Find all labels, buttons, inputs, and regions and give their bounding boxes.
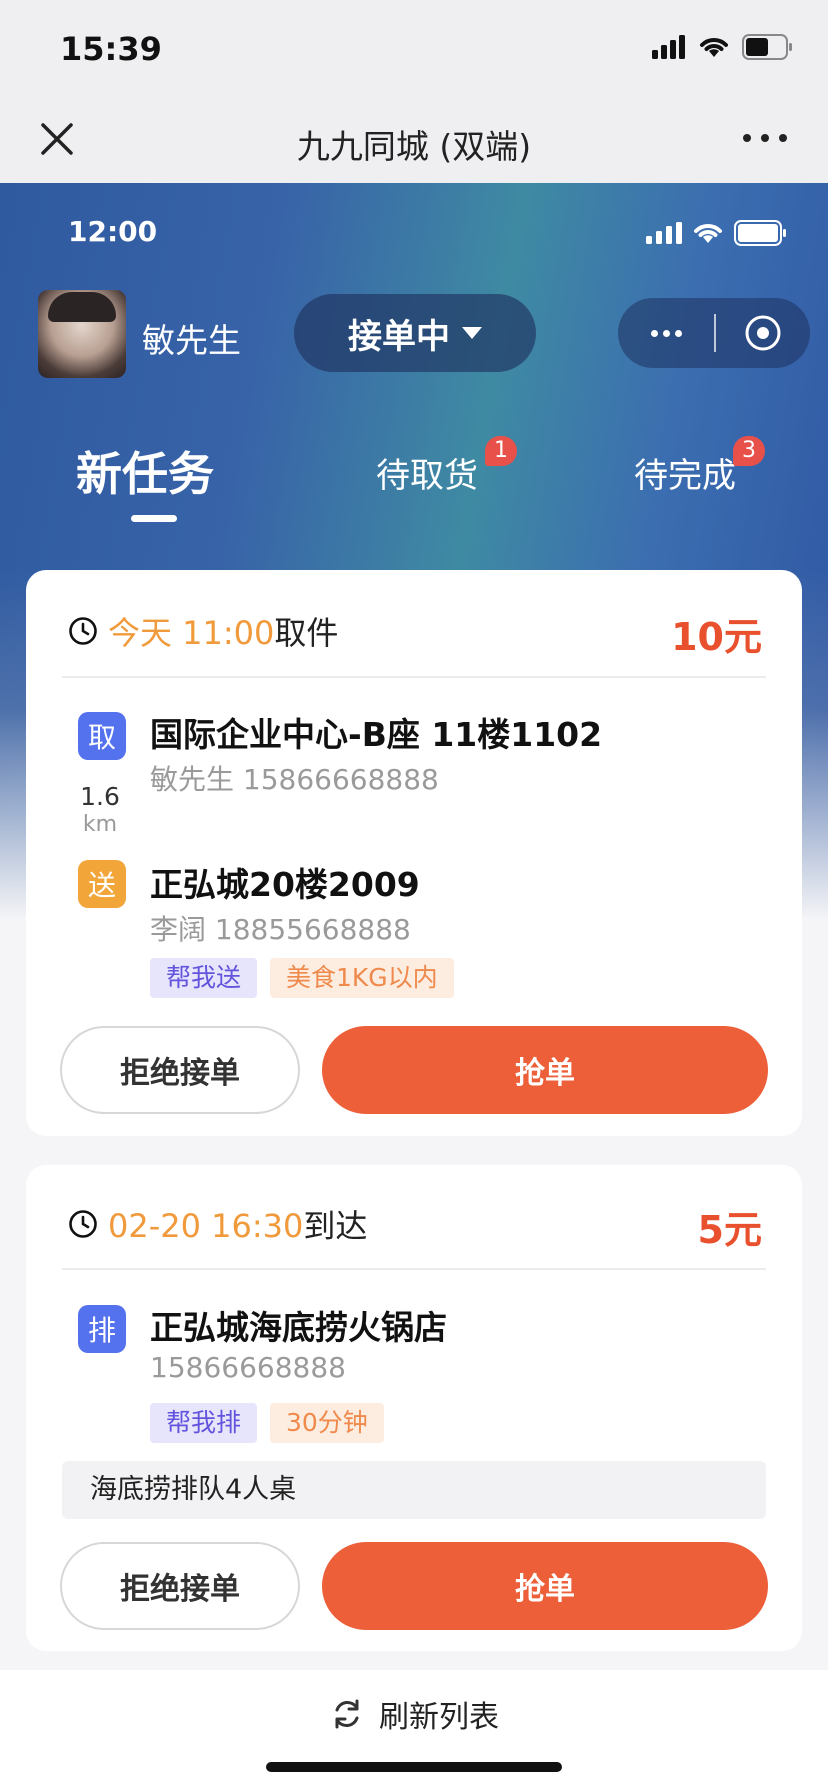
reject-order-button[interactable]: 拒绝接单 bbox=[60, 1542, 300, 1630]
grab-order-button[interactable]: 抢单 bbox=[322, 1542, 768, 1630]
refresh-list-label: 刷新列表 bbox=[379, 1700, 499, 1735]
order-time-row: 今天 11:00取件 bbox=[68, 608, 338, 654]
order-time: 02-20 16:30 bbox=[108, 1207, 304, 1245]
wifi-icon bbox=[694, 224, 722, 243]
pickup-address: 国际企业中心-B座 11楼1102 bbox=[150, 715, 603, 754]
card-divider bbox=[62, 1268, 766, 1270]
clock-icon bbox=[69, 617, 97, 645]
signal-icon bbox=[646, 222, 682, 244]
grab-order-button[interactable]: 抢单 bbox=[322, 1026, 768, 1114]
refresh-icon bbox=[335, 1699, 359, 1729]
service-tag: 帮我排 bbox=[150, 1403, 258, 1443]
more-icon[interactable] bbox=[740, 128, 790, 148]
home-indicator bbox=[266, 1762, 562, 1772]
order-time: 今天 11:00 bbox=[108, 614, 275, 652]
mini-program-title: 九九同城 (双端) bbox=[296, 127, 532, 166]
wifi-icon bbox=[700, 38, 728, 57]
order-card: 02-20 16:30到达 5元 排 正弘城海底捞火锅店 15866668888… bbox=[26, 1165, 802, 1651]
capsule-more-icon[interactable] bbox=[618, 298, 714, 368]
work-status-label: 接单中 bbox=[348, 316, 450, 357]
duration-tag: 30分钟 bbox=[270, 1403, 384, 1443]
distance-value: 1.6 bbox=[80, 782, 120, 811]
system-status-icons bbox=[652, 34, 794, 60]
dropoff-address: 正弘城20楼2009 bbox=[150, 865, 420, 904]
dropoff-icon: 送 bbox=[78, 860, 126, 908]
order-card: 今天 11:00取件 10元 取 国际企业中心-B座 11楼1102 敏先生 1… bbox=[26, 570, 802, 1136]
signal-icon bbox=[652, 35, 685, 59]
order-time-suffix: 取件 bbox=[274, 614, 339, 652]
queue-contact[interactable]: 15866668888 bbox=[150, 1351, 346, 1384]
pickup-icon: 取 bbox=[78, 712, 126, 760]
card-divider bbox=[62, 676, 766, 678]
capsule-close-icon[interactable] bbox=[716, 298, 810, 368]
battery-icon bbox=[734, 220, 786, 246]
avatar[interactable] bbox=[38, 290, 126, 378]
caret-down-icon bbox=[462, 327, 482, 339]
mini-program-capsule bbox=[618, 298, 810, 368]
refresh-list-button[interactable]: 刷新列表 bbox=[0, 1692, 828, 1736]
order-time-suffix: 到达 bbox=[303, 1207, 368, 1245]
queue-address: 正弘城海底捞火锅店 bbox=[150, 1308, 447, 1347]
clock-icon bbox=[69, 1210, 97, 1238]
dropoff-contact[interactable]: 李阔 18855668888 bbox=[150, 908, 411, 948]
battery-icon bbox=[742, 34, 792, 60]
inner-status-icons bbox=[646, 220, 788, 246]
inner-status-time: 12:00 bbox=[68, 215, 158, 248]
queue-icon: 排 bbox=[78, 1305, 126, 1353]
work-status-dropdown[interactable]: 接单中 bbox=[294, 294, 536, 372]
order-time-row: 02-20 16:30到达 bbox=[68, 1201, 367, 1247]
tab-awaiting-pickup[interactable]: 待取货 bbox=[376, 448, 478, 497]
weight-tag: 美食1KG以内 bbox=[270, 958, 454, 998]
pickup-contact[interactable]: 敏先生 15866668888 bbox=[150, 758, 439, 798]
order-note: 海底捞排队4人桌 bbox=[62, 1461, 766, 1519]
order-price: 10元 bbox=[671, 615, 762, 659]
order-price: 5元 bbox=[697, 1208, 762, 1252]
reject-order-button[interactable]: 拒绝接单 bbox=[60, 1026, 300, 1114]
user-name: 敏先生 bbox=[142, 321, 241, 360]
tab-new-tasks[interactable]: 新任务 bbox=[76, 438, 214, 504]
system-time: 15:39 bbox=[60, 30, 162, 68]
tab-awaiting-completion[interactable]: 待完成 bbox=[634, 448, 736, 497]
tab-active-indicator bbox=[131, 515, 177, 522]
service-tag: 帮我送 bbox=[150, 958, 258, 998]
awaiting-pickup-badge: 1 bbox=[485, 436, 517, 466]
awaiting-completion-badge: 3 bbox=[733, 436, 765, 466]
distance-unit: km bbox=[82, 812, 118, 837]
